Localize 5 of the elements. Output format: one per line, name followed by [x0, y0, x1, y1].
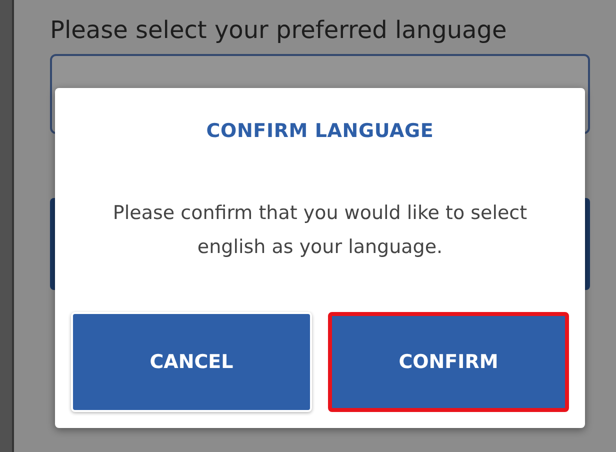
language-prompt: Please select your preferred language — [50, 16, 508, 44]
dialog-message: Please confirm that you would like to select english as your language. — [112, 201, 528, 260]
confirm-button[interactable]: CONFIRM — [328, 312, 569, 412]
dialog-title: CONFIRM LANGUAGE — [206, 120, 434, 142]
cancel-button[interactable]: CANCEL — [71, 312, 312, 412]
